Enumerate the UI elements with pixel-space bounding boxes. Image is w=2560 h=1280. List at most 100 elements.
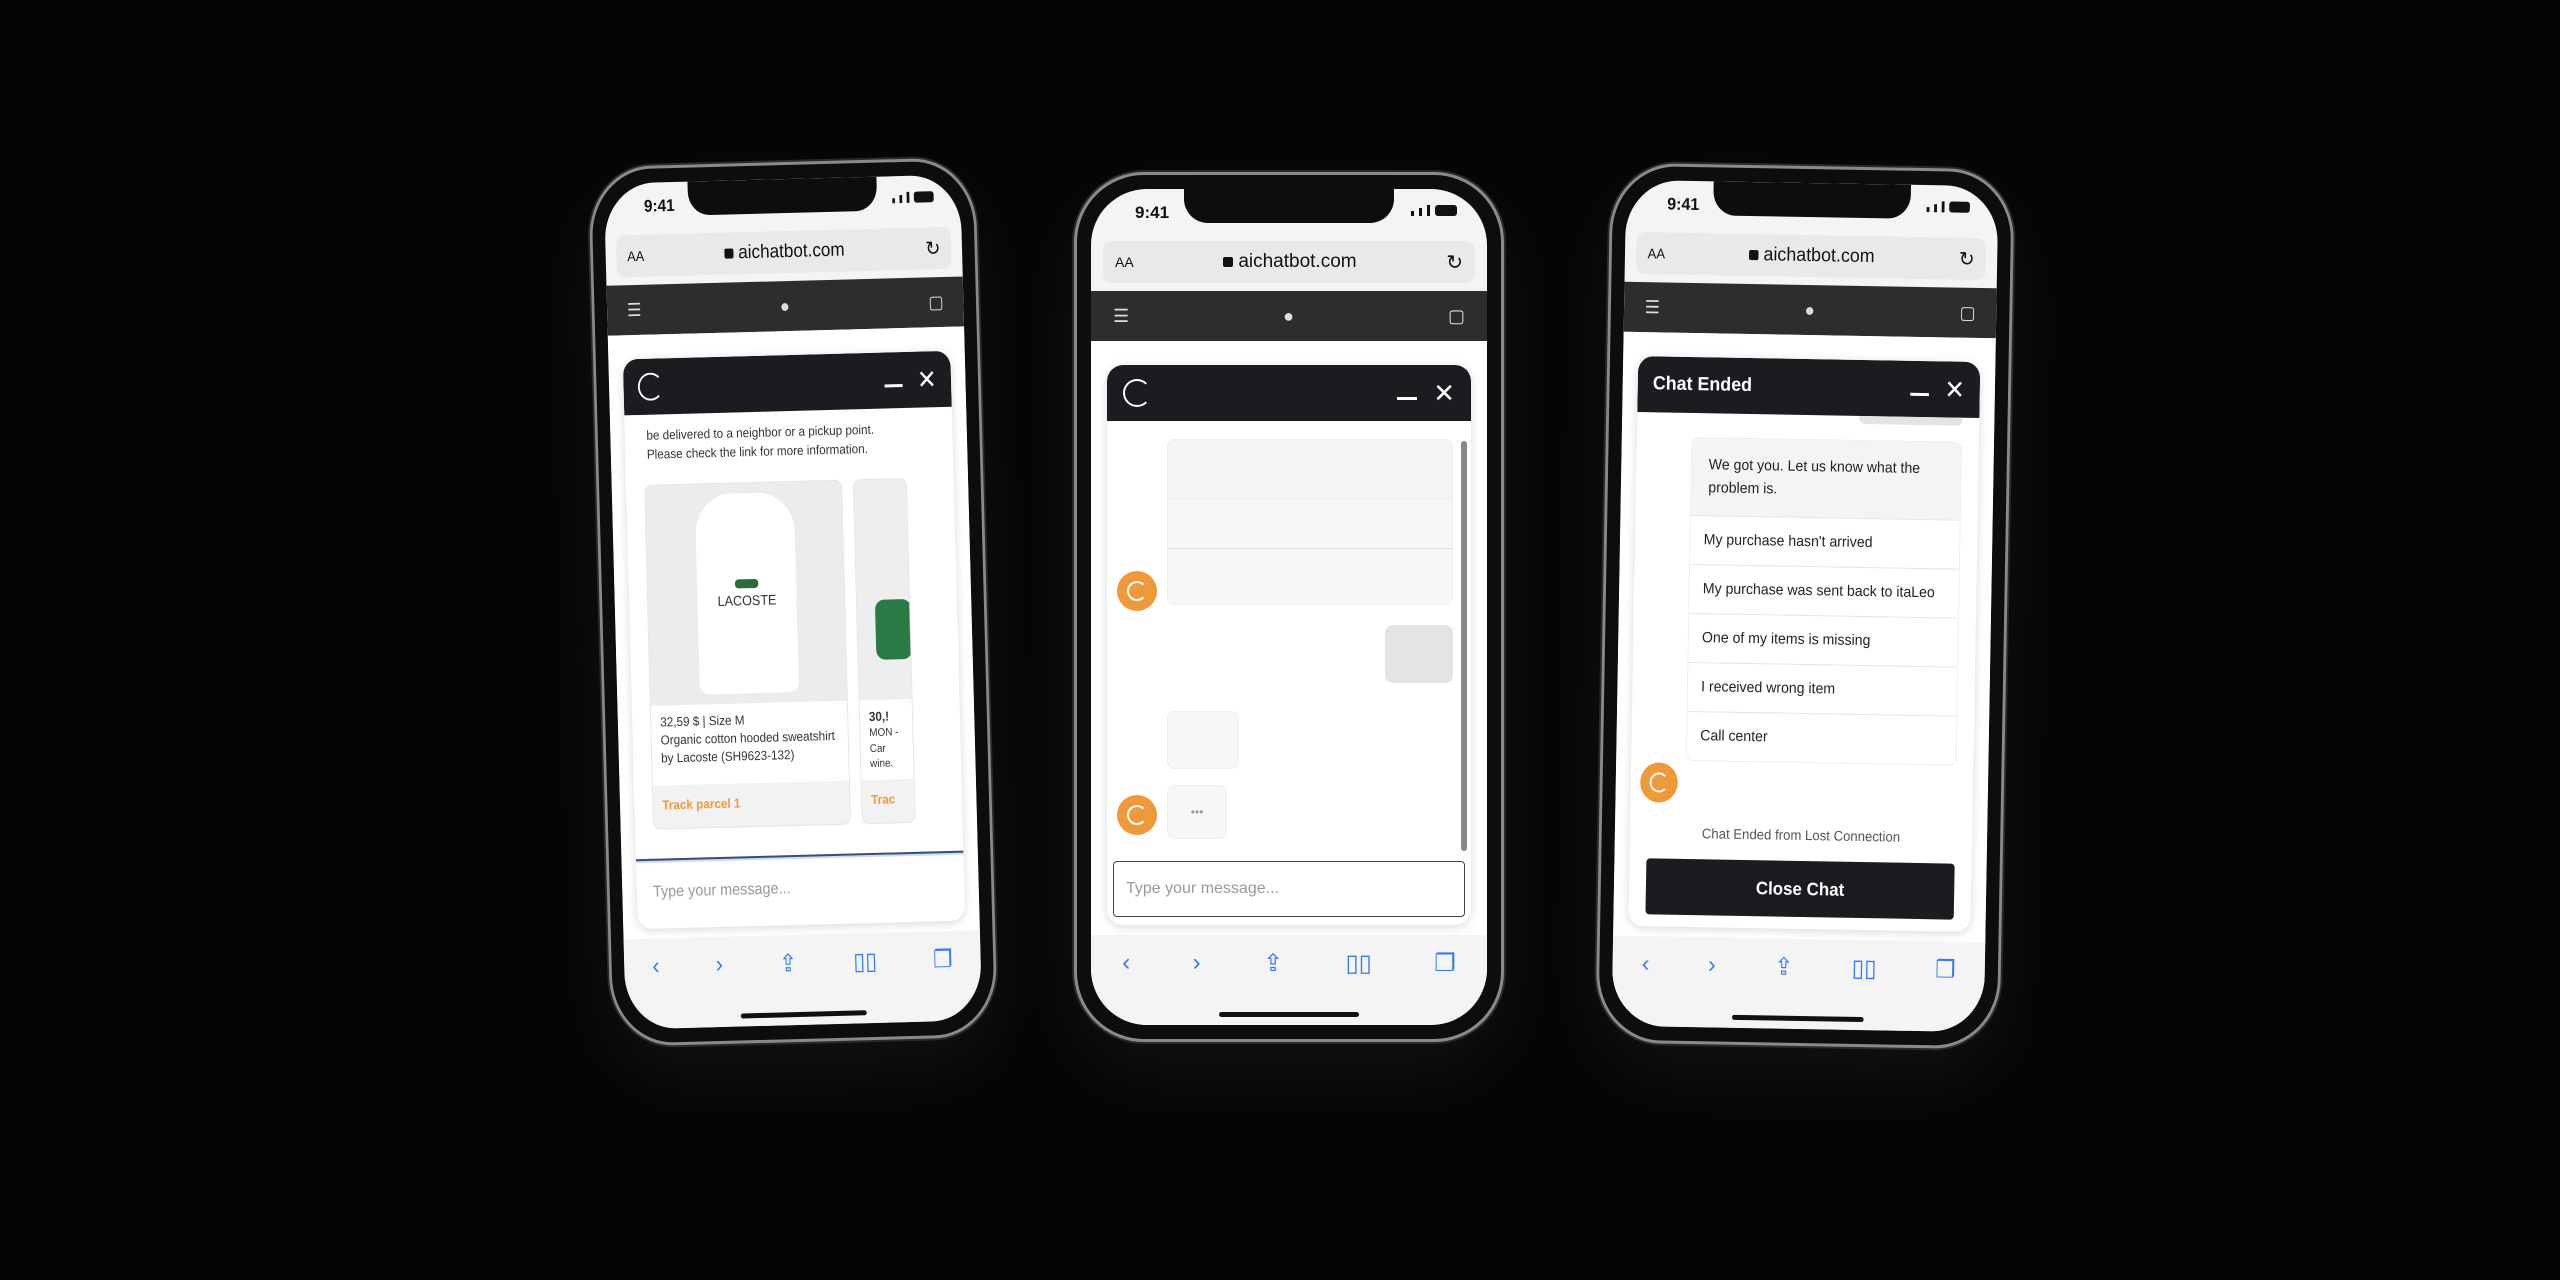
bot-message bbox=[1167, 711, 1239, 769]
menu-icon[interactable]: ☰ bbox=[1113, 306, 1129, 327]
forward-icon[interactable]: › bbox=[715, 951, 724, 1027]
scrollbar[interactable] bbox=[1461, 441, 1467, 851]
message-input[interactable]: Type your message... bbox=[641, 856, 960, 922]
brand-label: LACOSTE bbox=[717, 590, 777, 609]
chat-header: Chat Ended ✕ bbox=[1637, 356, 1981, 419]
forward-icon[interactable]: › bbox=[1193, 949, 1201, 1025]
address-bar[interactable]: AA aichatbot.com ↻ bbox=[1103, 241, 1475, 283]
chat-widget: Chat Ended ✕ We got you. Let us know wha… bbox=[1628, 356, 1981, 932]
product-image: LACOSTE bbox=[645, 480, 847, 706]
phone-center: 9:41 AA aichatbot.com ↻ ☰ ● ▢ ✕ ••• Type y… bbox=[1074, 172, 1504, 1042]
back-icon[interactable]: ‹ bbox=[1641, 950, 1650, 1026]
phone-screen: 9:41 AA aichatbot.com ↻ ☰ ● ▢ ✕ be deliver… bbox=[603, 174, 983, 1030]
text-size-button[interactable]: AA bbox=[627, 248, 644, 264]
product-price: 30,! bbox=[868, 708, 890, 725]
quick-reply-option[interactable]: Call center bbox=[1686, 710, 1957, 765]
menu-icon[interactable]: ☰ bbox=[627, 299, 642, 320]
status-time: 9:41 bbox=[643, 195, 675, 216]
reload-icon[interactable]: ↻ bbox=[1959, 246, 1975, 271]
chatbot-logo-icon bbox=[637, 372, 664, 401]
options-card: We got you. Let us know what the problem… bbox=[1685, 436, 1963, 766]
status-time: 9:41 bbox=[1135, 203, 1170, 222]
chatbot-logo-icon bbox=[1127, 805, 1147, 825]
minimize-icon[interactable] bbox=[1397, 396, 1418, 400]
page: Chat Ended ✕ We got you. Let us know wha… bbox=[1613, 331, 1996, 943]
close-chat-button[interactable]: Close Chat bbox=[1645, 858, 1955, 920]
apple-logo-icon[interactable]: ● bbox=[1804, 299, 1815, 320]
menu-icon[interactable]: ☰ bbox=[1645, 297, 1661, 318]
address-bar[interactable]: AA aichatbot.com ↻ bbox=[1635, 232, 1987, 281]
reload-icon[interactable]: ↻ bbox=[1446, 250, 1463, 275]
site-nav: ☰ ● ▢ bbox=[1623, 281, 1997, 339]
phone-right: 9:41 AA aichatbot.com ↻ ☰ ● ▢ Chat Ended ✕… bbox=[1595, 162, 2015, 1050]
chat-widget: ✕ ••• Type your message... bbox=[1107, 365, 1471, 925]
product-description: Organic cotton hooded sweatshirt by Laco… bbox=[660, 728, 836, 766]
bag-icon[interactable]: ▢ bbox=[928, 291, 944, 312]
close-icon[interactable]: ✕ bbox=[917, 364, 937, 396]
chatbot-logo-icon bbox=[1123, 379, 1151, 407]
product-description: MON - Car wine. bbox=[869, 726, 899, 771]
battery-icon bbox=[1435, 205, 1457, 216]
back-icon[interactable]: ‹ bbox=[652, 953, 661, 1029]
phone-screen: 9:41 AA aichatbot.com ↻ ☰ ● ▢ ✕ ••• Type y… bbox=[1091, 189, 1487, 1025]
text-size-button[interactable]: AA bbox=[1115, 254, 1134, 270]
url-text[interactable]: aichatbot.com bbox=[1238, 251, 1356, 273]
url-text[interactable]: aichatbot.com bbox=[1763, 244, 1875, 268]
signal-icon bbox=[1411, 205, 1457, 216]
back-icon[interactable]: ‹ bbox=[1122, 949, 1130, 1025]
message-input[interactable]: Type your message... bbox=[1113, 861, 1465, 917]
tabs-icon[interactable]: ❐ bbox=[1434, 949, 1456, 1025]
phone-screen: 9:41 AA aichatbot.com ↻ ☰ ● ▢ Chat Ended ✕… bbox=[1611, 179, 1999, 1033]
chat-body: be delivered to a neighbor or a pickup p… bbox=[624, 407, 963, 859]
close-icon[interactable]: ✕ bbox=[1944, 374, 1965, 405]
url-text[interactable]: aichatbot.com bbox=[738, 240, 845, 265]
product-card: LACOSTE 32,59 $ | Size M Organic cotton h… bbox=[644, 479, 852, 830]
page: ✕ be delivered to a neighbor or a pickup… bbox=[607, 326, 980, 940]
status-time: 9:41 bbox=[1667, 194, 1700, 215]
crocodile-logo-icon bbox=[734, 578, 759, 589]
tabs-icon[interactable]: ❐ bbox=[933, 945, 954, 1021]
battery-icon bbox=[1949, 201, 1970, 213]
quick-reply-option[interactable]: My purchase hasn't arrived bbox=[1690, 514, 1960, 569]
chat-title: Chat Ended bbox=[1652, 373, 1753, 397]
quick-reply-option[interactable]: My purchase was sent back to itaLeo bbox=[1689, 563, 1959, 618]
quick-reply-option[interactable]: One of my items is missing bbox=[1688, 612, 1959, 667]
bot-avatar bbox=[1117, 795, 1157, 835]
close-icon[interactable]: ✕ bbox=[1433, 378, 1455, 409]
track-parcel-link[interactable]: Trac bbox=[862, 779, 915, 819]
signal-icon bbox=[1926, 201, 1970, 213]
phone-left: 9:41 AA aichatbot.com ↻ ☰ ● ▢ ✕ be deliver… bbox=[588, 157, 998, 1047]
quick-reply-option[interactable]: I received wrong item bbox=[1687, 661, 1958, 716]
chat-widget: ✕ be delivered to a neighbor or a pickup… bbox=[622, 350, 966, 930]
battery-icon bbox=[913, 191, 934, 203]
chatbot-logo-icon bbox=[1649, 772, 1669, 793]
apple-logo-icon[interactable]: ● bbox=[1283, 306, 1294, 327]
minimize-icon[interactable] bbox=[1910, 392, 1930, 396]
address-bar[interactable]: AA aichatbot.com ↻ bbox=[615, 226, 952, 278]
tabs-icon[interactable]: ❐ bbox=[1934, 955, 1956, 1031]
text-size-button[interactable]: AA bbox=[1647, 245, 1665, 261]
notch bbox=[1713, 181, 1912, 219]
reload-icon[interactable]: ↻ bbox=[925, 236, 941, 261]
typing-indicator: ••• bbox=[1167, 785, 1227, 839]
lock-icon bbox=[1749, 249, 1759, 261]
chat-body: We got you. Let us know what the problem… bbox=[1628, 412, 1979, 932]
bag-icon[interactable]: ▢ bbox=[1448, 306, 1465, 327]
bot-message-card bbox=[1167, 439, 1453, 605]
lock-icon bbox=[724, 248, 734, 259]
product-card: 30,! MON - Car wine. Trac bbox=[852, 477, 916, 825]
minimize-icon[interactable] bbox=[884, 383, 903, 388]
bot-question: We got you. Let us know what the problem… bbox=[1690, 438, 1962, 520]
apple-logo-icon[interactable]: ● bbox=[780, 295, 790, 316]
bot-avatar bbox=[1117, 571, 1157, 611]
signal-icon bbox=[892, 191, 934, 204]
forward-icon[interactable]: › bbox=[1707, 951, 1716, 1027]
user-message bbox=[1385, 625, 1453, 683]
home-indicator bbox=[1219, 1012, 1359, 1017]
bag-icon[interactable]: ▢ bbox=[1959, 302, 1975, 323]
track-parcel-link[interactable]: Track parcel 1 bbox=[653, 781, 850, 825]
notch bbox=[687, 176, 878, 216]
chatbot-logo-icon bbox=[1127, 581, 1147, 601]
bot-avatar bbox=[1639, 762, 1679, 803]
chat-header: ✕ bbox=[1107, 365, 1471, 421]
